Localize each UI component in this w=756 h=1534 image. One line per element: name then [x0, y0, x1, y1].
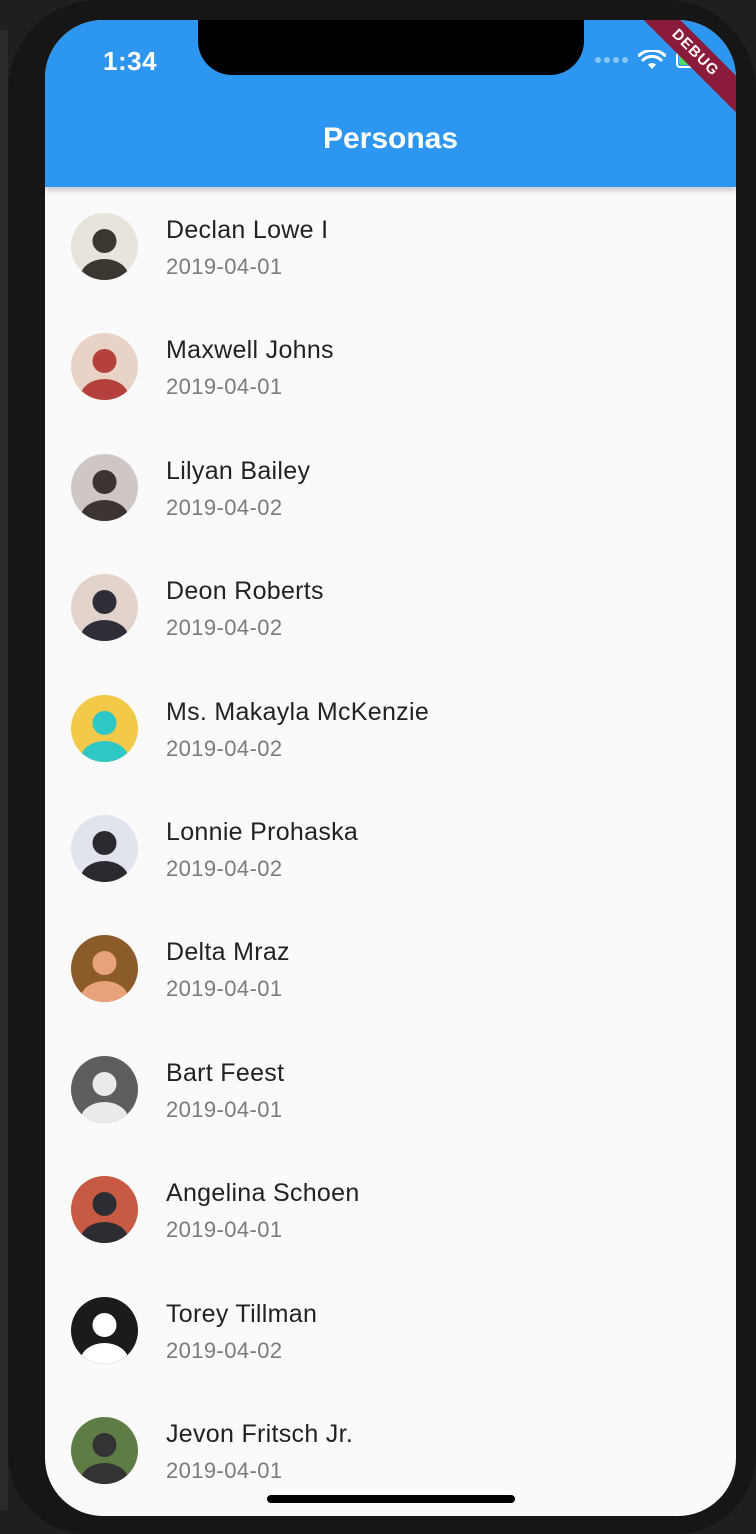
person-name: Bart Feest	[166, 1058, 285, 1087]
person-date: 2019-04-02	[166, 855, 283, 881]
avatar	[71, 333, 138, 401]
avatar	[71, 574, 138, 642]
list-item[interactable]: Deon Roberts 2019-04-02	[45, 548, 736, 668]
page-title: Personas	[322, 122, 459, 155]
list-item[interactable]: Bart Feest 2019-04-01	[45, 1030, 736, 1150]
list-item[interactable]: Jevon Fritsch Jr. 2019-04-01	[45, 1391, 736, 1511]
status-time: 1:34	[103, 46, 158, 76]
list-item[interactable]: Maxwell Johns 2019-04-01	[45, 307, 736, 427]
person-date: 2019-04-02	[166, 615, 283, 641]
person-date: 2019-04-01	[166, 1457, 283, 1483]
person-name: Ms. Makayla McKenzie	[166, 697, 430, 726]
avatar	[71, 1055, 138, 1123]
person-date: 2019-04-01	[166, 254, 283, 279]
person-date: 2019-04-02	[166, 1337, 283, 1363]
notch	[198, 20, 584, 75]
avatar	[71, 1296, 138, 1364]
person-date: 2019-04-02	[166, 494, 283, 520]
person-date: 2019-04-02	[166, 735, 283, 761]
person-name: Maxwell Johns	[166, 336, 334, 365]
list-item[interactable]: Angelina Schoen 2019-04-01	[45, 1150, 736, 1270]
person-name: Angelina Schoen	[166, 1179, 360, 1208]
person-date: 2019-04-01	[166, 1096, 283, 1122]
person-name: Deon Roberts	[166, 577, 324, 606]
person-date: 2019-04-01	[166, 1217, 283, 1243]
persona-list: Declan Lowe I 2019-04-01 Maxwell Johns 2…	[45, 187, 736, 1511]
avatar	[71, 694, 138, 762]
avatar	[71, 935, 138, 1003]
person-name: Declan Lowe I	[166, 216, 329, 244]
home-indicator	[267, 1495, 515, 1503]
person-name: Lilyan Bailey	[166, 456, 311, 485]
cellular-signal-icon	[595, 57, 628, 63]
background-window-strip	[0, 30, 8, 1510]
person-name: Torey Tillman	[166, 1299, 318, 1328]
person-date: 2019-04-01	[166, 976, 283, 1002]
screen: 1:34 Personas DEBUG Declan Lowe I 2019-0…	[45, 20, 736, 1516]
list-item[interactable]: Delta Mraz 2019-04-01	[45, 909, 736, 1029]
wifi-icon	[638, 50, 666, 69]
avatar	[71, 213, 138, 280]
person-name: Delta Mraz	[166, 938, 290, 967]
list-item[interactable]: Lonnie Prohaska 2019-04-02	[45, 789, 736, 909]
list-item[interactable]: Declan Lowe I 2019-04-01	[45, 187, 736, 307]
list-item[interactable]: Ms. Makayla McKenzie 2019-04-02	[45, 669, 736, 789]
person-date: 2019-04-01	[166, 374, 283, 400]
person-name: Lonnie Prohaska	[166, 817, 359, 846]
phone-frame: 1:34 Personas DEBUG Declan Lowe I 2019-0…	[8, 0, 756, 1534]
avatar	[71, 453, 138, 521]
avatar	[71, 1416, 138, 1484]
person-name: Jevon Fritsch Jr.	[166, 1419, 354, 1448]
list-item[interactable]: Lilyan Bailey 2019-04-02	[45, 428, 736, 548]
avatar	[71, 814, 138, 882]
avatar	[71, 1176, 138, 1244]
list-item[interactable]: Torey Tillman 2019-04-02	[45, 1271, 736, 1391]
